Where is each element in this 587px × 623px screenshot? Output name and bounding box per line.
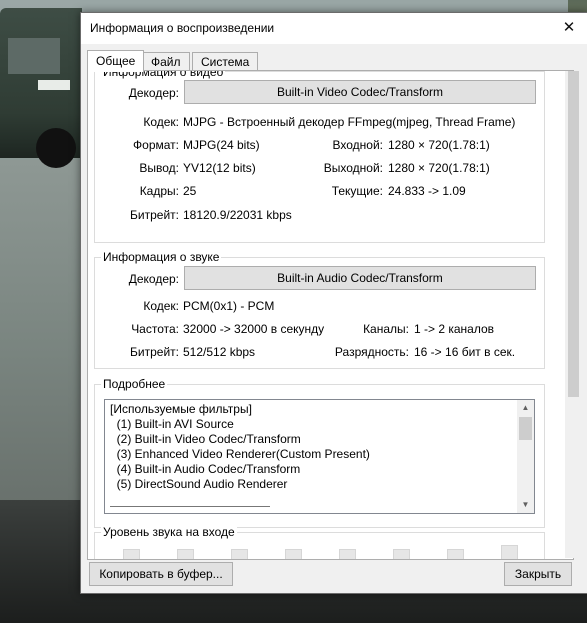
listbox-scroll-thumb[interactable] <box>519 417 532 440</box>
level-meter-bar <box>177 549 194 559</box>
details-group-title: Подробнее <box>101 377 168 391</box>
level-meter-bar <box>393 549 410 559</box>
list-item: (5) DirectSound Audio Renderer <box>110 477 288 491</box>
video-codec-label: Кодек: <box>143 115 179 129</box>
audio-freq-value: 32000 -> 32000 в секунду <box>183 322 325 336</box>
video-outres-label: Выходной: <box>323 161 383 175</box>
license-plate <box>38 80 70 90</box>
panel-scroll-thumb[interactable] <box>568 71 579 397</box>
video-bitrate-label: Битрейт: <box>130 208 179 222</box>
window-title: Информация о воспроизведении <box>90 21 275 35</box>
video-outres-value: 1280 × 720(1.78:1) <box>388 161 490 175</box>
video-format-value: MJPG(24 bits) <box>183 138 260 152</box>
list-item: [Используемые фильтры] <box>110 402 252 416</box>
close-button[interactable]: Закрыть <box>504 562 572 586</box>
tab-general[interactable]: Общее <box>87 50 145 72</box>
video-decoder-button[interactable]: Built-in Video Codec/Transform <box>184 80 536 104</box>
audio-channels-value: 1 -> 2 каналов <box>414 322 495 336</box>
video-current-value: 24.833 -> 1.09 <box>388 184 466 198</box>
audio-decoder-label: Декодер: <box>128 272 179 286</box>
copy-to-clipboard-button[interactable]: Копировать в буфер... <box>89 562 233 586</box>
audio-freq-label: Частота: <box>131 322 179 336</box>
listbox-scrollbar[interactable]: ▲ ▼ <box>517 400 534 513</box>
audio-channels-label: Каналы: <box>363 322 409 336</box>
playback-info-dialog: Информация о воспроизведении ✕ Общее Фай… <box>80 12 587 594</box>
audio-group-title: Информация о звуке <box>101 250 222 264</box>
level-meter-bar <box>339 549 356 559</box>
audio-depth-value: 16 -> 16 бит в сек. <box>414 345 516 359</box>
truck-wheel <box>36 128 76 168</box>
video-output-label: Вывод: <box>139 161 179 175</box>
scroll-up-icon[interactable]: ▲ <box>517 400 534 416</box>
level-meter-bar <box>501 545 518 559</box>
video-format-label: Формат: <box>133 138 179 152</box>
video-decoder-label: Декодер: <box>128 86 179 100</box>
background-truck <box>0 8 82 168</box>
video-codec-value: MJPG - Встроенный декодер FFmpeg(mjpeg, … <box>183 115 516 129</box>
list-item: (3) Enhanced Video Renderer(Custom Prese… <box>110 447 370 461</box>
tab-system[interactable]: Система <box>192 52 259 71</box>
panel-scrollbar[interactable] <box>565 71 582 558</box>
scroll-down-icon[interactable]: ▼ <box>517 497 534 513</box>
level-meter-bar <box>447 549 464 559</box>
audio-bitrate-label: Битрейт: <box>130 345 179 359</box>
video-input-label: Входной: <box>332 138 383 152</box>
video-frames-value: 25 <box>183 184 197 198</box>
audio-codec-label: Кодек: <box>143 299 179 313</box>
level-meter-bar <box>231 549 248 559</box>
video-input-value: 1280 × 720(1.78:1) <box>388 138 490 152</box>
title-bar: Информация о воспроизведении ✕ <box>81 13 587 44</box>
video-info-group: Информация о видео Декодер: Built-in Vid… <box>94 71 545 243</box>
truck-window <box>8 38 60 74</box>
video-frames-label: Кадры: <box>139 184 179 198</box>
audio-info-group: Информация о звуке Декодер: Built-in Aud… <box>94 250 545 369</box>
video-output-value: YV12(12 bits) <box>183 161 256 175</box>
audio-codec-value: PCM(0x1) - PCM <box>183 299 275 313</box>
level-meter-bar <box>285 549 302 559</box>
close-icon[interactable]: ✕ <box>558 17 580 39</box>
audio-bitrate-value: 512/512 kbps <box>183 345 256 359</box>
video-current-label: Текущие: <box>331 184 383 198</box>
list-item: (1) Built-in AVI Source <box>110 417 234 431</box>
list-item: (2) Built-in Video Codec/Transform <box>110 432 301 446</box>
input-level-group: Уровень звука на входе <box>94 525 545 559</box>
filters-listbox[interactable]: [Используемые фильтры] (1) Built-in AVI … <box>104 399 535 514</box>
level-meter-bar <box>123 549 140 559</box>
audio-depth-label: Разрядность: <box>334 345 409 359</box>
video-bitrate-value: 18120.9/22031 kbps <box>183 208 292 222</box>
tab-panel-general: Информация о видео Декодер: Built-in Vid… <box>87 70 574 560</box>
input-level-title: Уровень звука на входе <box>101 525 237 539</box>
details-group: Подробнее [Используемые фильтры] (1) Bui… <box>94 377 545 528</box>
list-item-cutoff <box>110 506 270 511</box>
audio-decoder-button[interactable]: Built-in Audio Codec/Transform <box>184 266 536 290</box>
tab-file[interactable]: Файл <box>142 52 190 71</box>
list-item: (4) Built-in Audio Codec/Transform <box>110 462 301 476</box>
